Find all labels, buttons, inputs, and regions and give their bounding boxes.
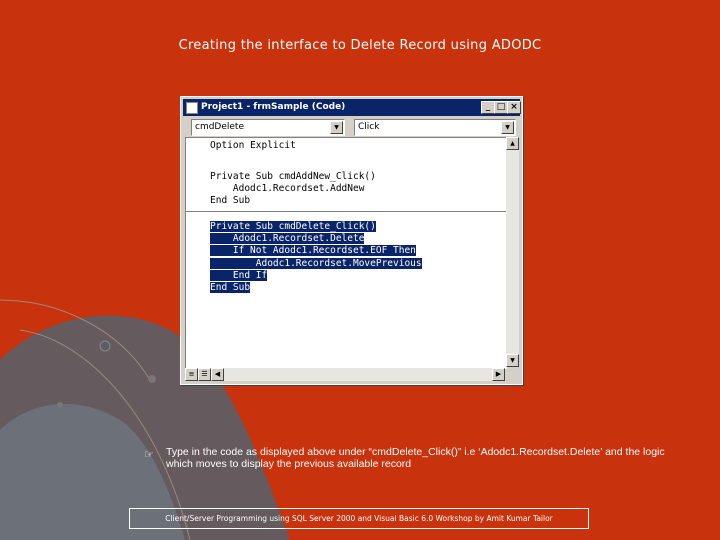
scroll-up-icon[interactable]: ▲	[506, 137, 519, 150]
code-line: Adodc1.Recordset.MovePrevious	[210, 257, 422, 269]
hand-pointer-icon: ☞	[144, 448, 154, 461]
horizontal-scrollbar[interactable]: ≡ ☰ ◀ ▶	[185, 368, 505, 381]
code-block-delete-selected: Private Sub cmdDelete_Click() Adodc1.Rec…	[210, 221, 422, 294]
code-line: Adodc1.Recordset.AddNew	[210, 183, 365, 195]
scroll-down-icon[interactable]: ▼	[506, 354, 519, 367]
code-line: Adodc1.Recordset.Delete	[210, 233, 365, 245]
scroll-left-icon[interactable]: ◀	[211, 368, 224, 381]
minimize-button[interactable]: _	[481, 101, 495, 114]
chevron-down-icon[interactable]: ▼	[330, 121, 343, 134]
code-line: End Sub	[210, 282, 251, 294]
bullet-text: Type in the code as displayed above unde…	[166, 446, 665, 470]
procedure-combo-value: Click	[358, 122, 380, 132]
procedure-combo[interactable]: Click ▼	[354, 119, 516, 136]
slide-title: Creating the interface to Delete Record …	[178, 38, 542, 53]
object-combo[interactable]: cmdDelete ▼	[191, 119, 345, 136]
slide-footer: Client/Server Programming using SQL Serv…	[129, 508, 589, 529]
scroll-right-icon[interactable]: ▶	[492, 368, 505, 381]
procedure-view-icon[interactable]: ≡	[185, 368, 198, 381]
code-window-icon	[186, 102, 198, 114]
close-button[interactable]: ×	[507, 101, 521, 114]
full-module-view-icon[interactable]: ☰	[198, 368, 211, 381]
code-line: End If	[210, 269, 268, 281]
chevron-down-icon[interactable]: ▼	[501, 121, 514, 134]
code-window: Project1 - frmSample (Code) _ □ × cmdDel…	[180, 96, 523, 385]
code-line: End Sub	[210, 195, 251, 207]
code-editor[interactable]: Option Explicit Private Sub cmdAddNew_Cl…	[185, 137, 507, 369]
code-option-line: Option Explicit	[210, 140, 296, 151]
window-title: Project1 - frmSample (Code)	[201, 102, 346, 112]
procedure-separator	[186, 211, 506, 212]
object-combo-value: cmdDelete	[195, 122, 244, 132]
vertical-scrollbar[interactable]: ▲ ▼	[506, 137, 519, 367]
code-line: Private Sub cmdAddNew_Click()	[210, 171, 376, 182]
window-titlebar[interactable]: Project1 - frmSample (Code) _ □ ×	[183, 99, 521, 116]
maximize-button[interactable]: □	[494, 101, 508, 114]
code-line: If Not Adodc1.Recordset.EOF Then	[210, 245, 416, 257]
code-block-addnew: Private Sub cmdAddNew_Click() Adodc1.Rec…	[210, 171, 376, 208]
code-line: Private Sub cmdDelete_Click()	[210, 221, 376, 232]
